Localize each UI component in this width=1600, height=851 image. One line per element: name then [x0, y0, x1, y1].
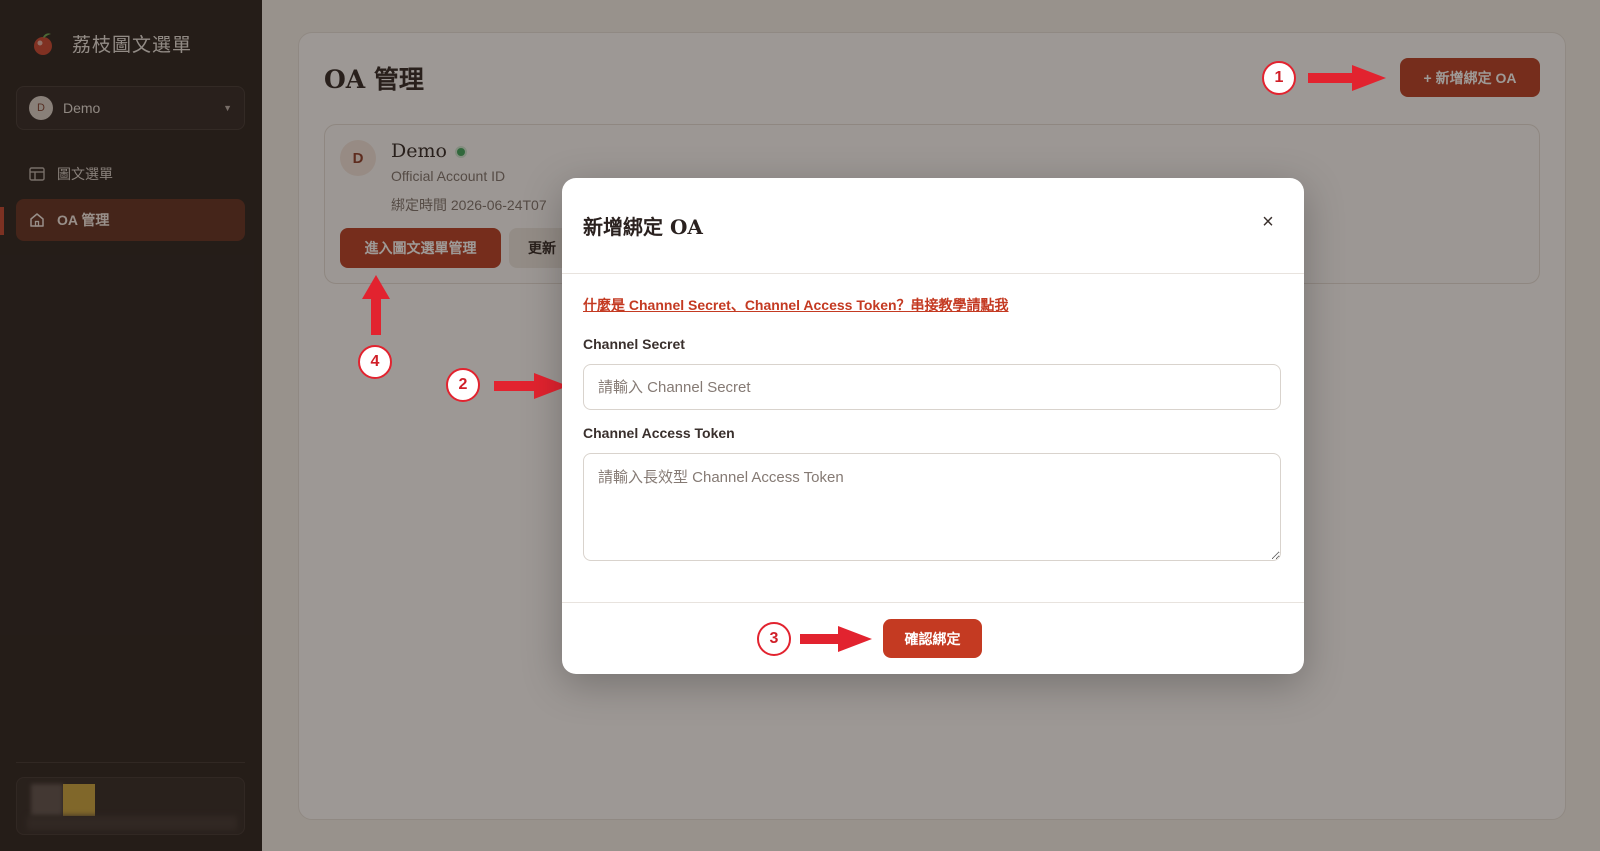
arrow-up-icon [362, 275, 390, 335]
channel-access-token-label: Channel Access Token [583, 425, 735, 441]
arrow-right-icon [494, 373, 568, 399]
add-oa-modal: 新增綁定 OA × 什麼是 Channel Secret、Channel Acc… [562, 178, 1304, 674]
annotation-badge: 2 [446, 368, 480, 402]
annotation-badge: 1 [1262, 61, 1296, 95]
channel-access-token-input[interactable] [583, 453, 1281, 561]
annotation-badge: 4 [358, 345, 392, 379]
help-link[interactable]: 什麼是 Channel Secret、Channel Access Token？… [583, 295, 1009, 315]
modal-header: 新增綁定 OA × [562, 178, 1304, 274]
confirm-bind-button[interactable]: 確認綁定 [883, 619, 982, 658]
channel-secret-label: Channel Secret [583, 336, 685, 352]
arrow-right-icon [800, 626, 872, 652]
close-icon[interactable]: × [1254, 208, 1282, 236]
arrow-right-icon [1308, 65, 1386, 91]
annotation-badge: 3 [757, 622, 791, 656]
modal-title: 新增綁定 OA [583, 215, 703, 239]
channel-secret-input[interactable] [583, 364, 1281, 410]
